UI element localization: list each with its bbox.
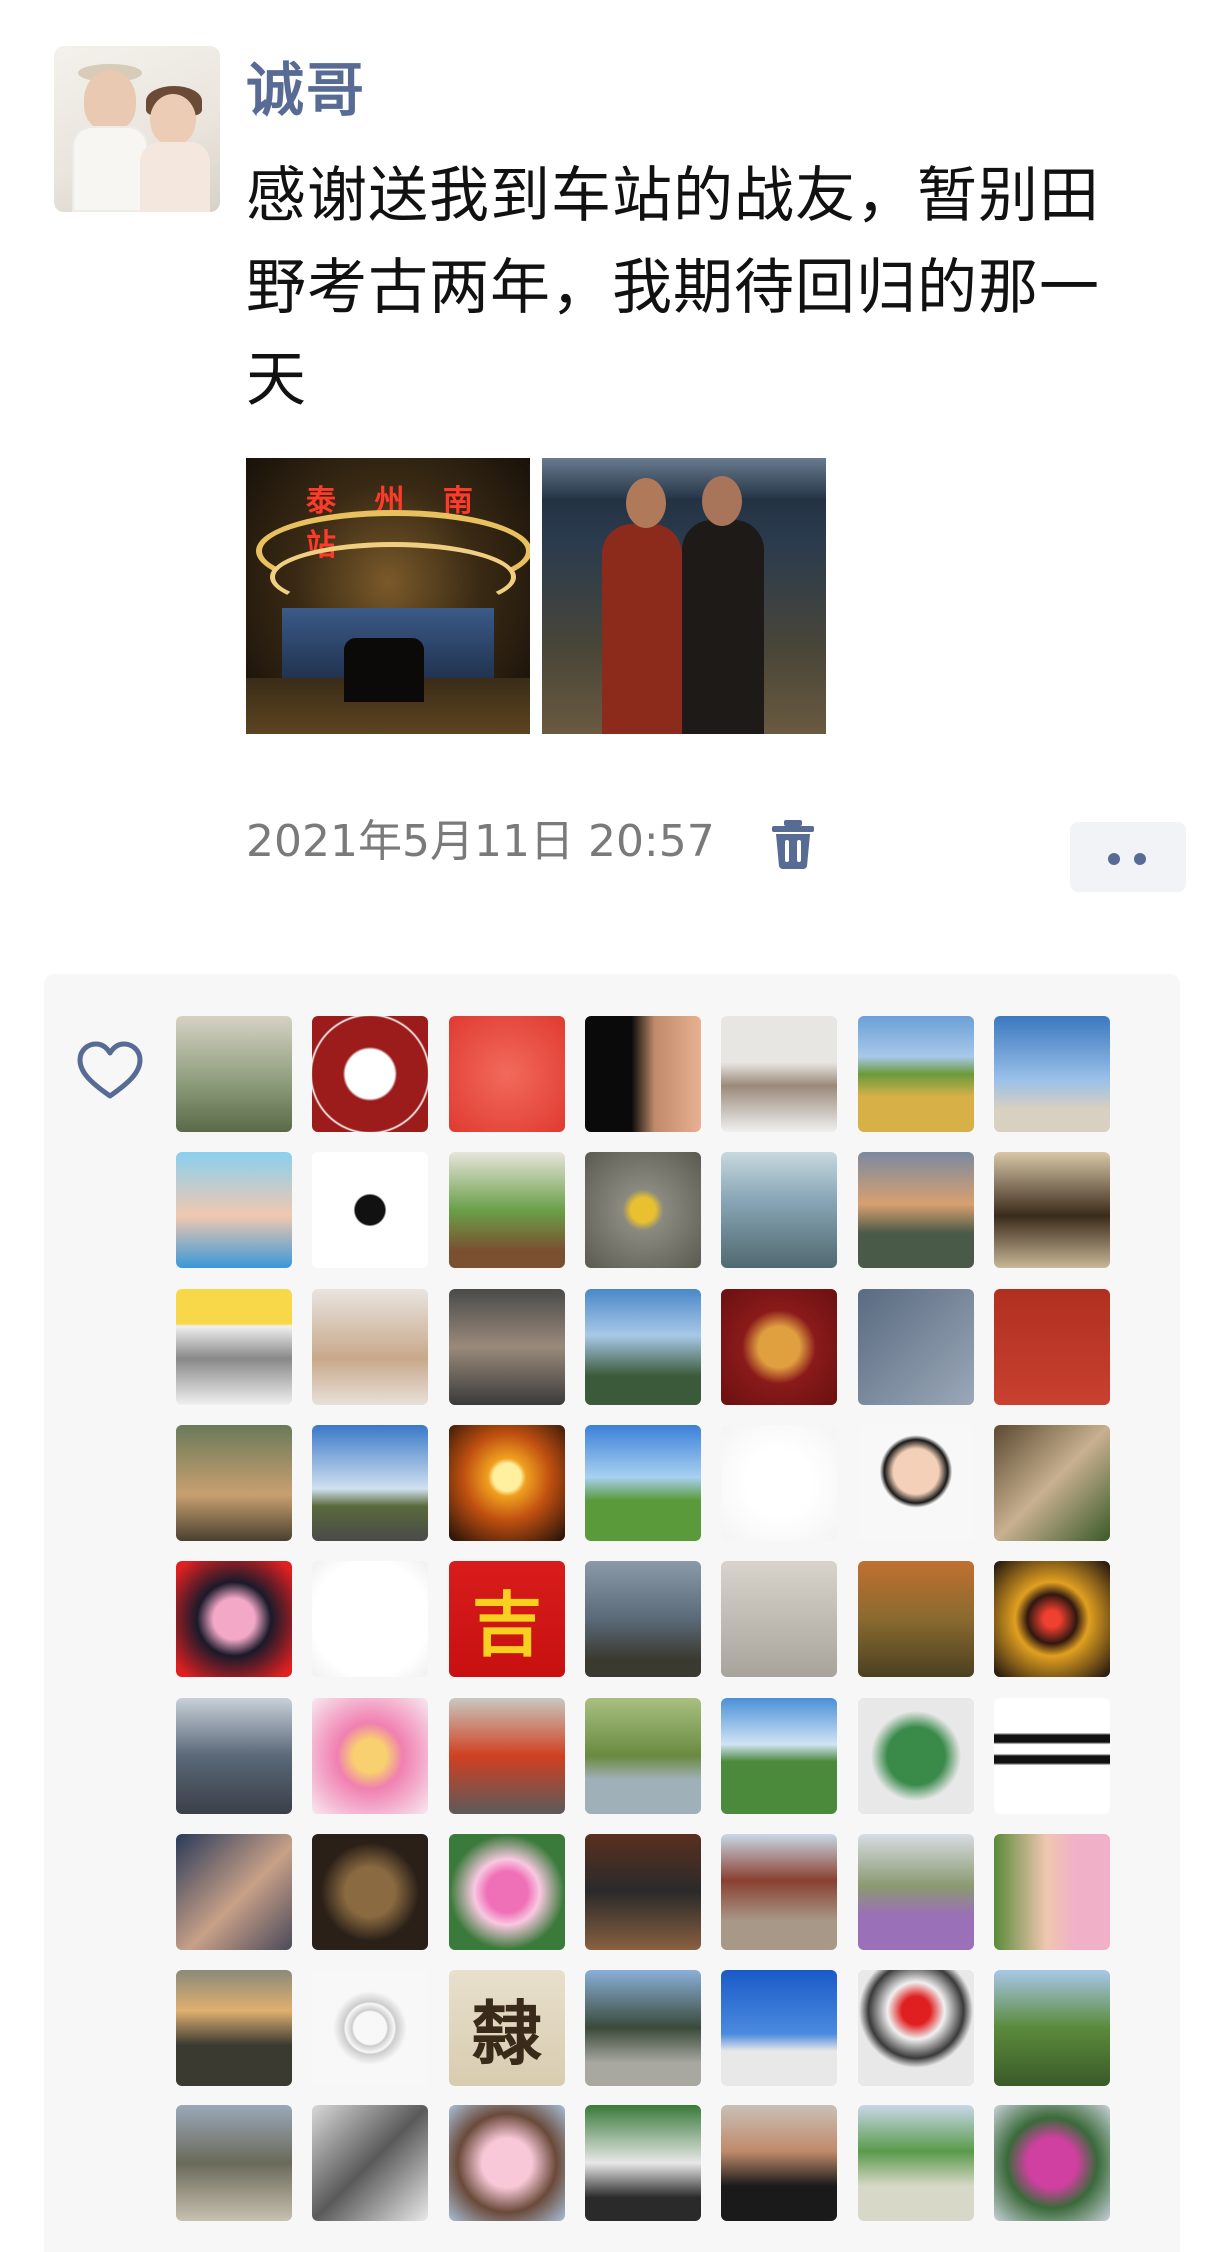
liker-avatar-cherry-blossom[interactable] — [449, 2105, 565, 2221]
liker-avatar-smiley-sketch[interactable] — [721, 1425, 837, 1541]
liker-avatar-leaf-heart[interactable] — [585, 1152, 701, 1268]
liker-avatar-crest-emblem[interactable] — [721, 1289, 837, 1405]
liker-avatar-lotus-flower[interactable] — [449, 1834, 565, 1950]
heart-icon — [77, 1041, 143, 1099]
more-dot — [1108, 853, 1120, 865]
person-dark-jacket — [682, 520, 764, 734]
liker-avatar-lavender-field[interactable] — [858, 1834, 974, 1950]
person-red-jacket — [602, 524, 682, 734]
liker-avatar-peking-university-logo[interactable] — [312, 1016, 428, 1132]
avatar-kid-face — [84, 70, 136, 130]
avatar-kid-body — [72, 126, 148, 212]
post-text: 感谢送我到车站的战友，暂别田野考古两年，我期待回归的那一天 — [246, 161, 1100, 415]
liker-avatar-power-tower[interactable] — [312, 2105, 428, 2221]
person-head — [626, 478, 666, 528]
liker-avatar-cat-cartoon[interactable] — [176, 1289, 292, 1405]
liker-avatar-horse-rider[interactable] — [585, 1425, 701, 1541]
liker-avatar-praying-hands[interactable] — [858, 1289, 974, 1405]
liker-avatar-man-suit[interactable] — [721, 2105, 837, 2221]
liker-avatar-red-square[interactable] — [449, 1016, 565, 1132]
liker-avatar-ancient-gate[interactable] — [585, 1970, 701, 2086]
liker-avatar-woman-smiling[interactable] — [994, 1834, 1110, 1950]
liker-avatar-ji-character[interactable]: 吉 — [449, 1561, 565, 1677]
people-silhouette — [344, 638, 424, 702]
liker-avatar-peppa-pig[interactable] — [176, 1561, 292, 1677]
liker-avatar-road-sky[interactable] — [312, 1425, 428, 1541]
liker-avatar-seal-script[interactable]: 隸 — [449, 1970, 565, 2086]
liker-avatar-bamboo-plant[interactable] — [449, 1152, 565, 1268]
post-photo-friends[interactable] — [542, 458, 826, 734]
liker-avatar-wheat-field[interactable] — [858, 1016, 974, 1132]
liker-avatar-mandala-sketch[interactable] — [312, 1970, 428, 2086]
liker-avatar-toddler-photo[interactable] — [312, 1289, 428, 1405]
trash-icon[interactable] — [770, 818, 816, 870]
liker-avatar-sunset-mountains[interactable] — [176, 1970, 292, 2086]
liker-avatar-jumpman-logo[interactable] — [312, 1152, 428, 1268]
liker-avatar-sleeping-man[interactable] — [176, 1834, 292, 1950]
liker-avatar-jade-statue[interactable] — [858, 1698, 974, 1814]
avatar-girl-body — [140, 142, 210, 212]
liker-avatar-ancient-text[interactable] — [721, 1561, 837, 1677]
more-options-button[interactable] — [1070, 822, 1186, 892]
liker-avatar-lanterns[interactable] — [994, 1561, 1110, 1677]
liker-avatar-sunset-hills[interactable] — [858, 1152, 974, 1268]
station-roof-ring-inner — [270, 542, 516, 612]
liker-avatar-bougainvillea[interactable] — [994, 2105, 1110, 2221]
liker-avatar-logo-lines[interactable] — [994, 1698, 1110, 1814]
liker-avatar-baby-photo[interactable] — [585, 1016, 701, 1132]
person-head — [702, 476, 742, 526]
liker-avatar-willow-pond[interactable] — [585, 1698, 701, 1814]
liker-avatar-river-cliff[interactable] — [858, 1561, 974, 1677]
liker-avatar-raccoon-photo[interactable] — [994, 1425, 1110, 1541]
liker-avatar-cartoon-girl[interactable] — [312, 1698, 428, 1814]
avatar-girl-face — [150, 94, 196, 146]
post-timestamp: 2021年5月11日 20:57 — [246, 816, 715, 867]
liker-avatar-mountain-sky[interactable] — [585, 1289, 701, 1405]
liker-avatar-potted-plant[interactable] — [585, 2105, 701, 2221]
liker-avatar-dog-santa-hat[interactable] — [858, 1970, 974, 2086]
liker-avatar-yoga-symbol[interactable] — [312, 1561, 428, 1677]
liker-avatar-man-sitting[interactable] — [585, 1834, 701, 1950]
liker-avatar-baby-sofa[interactable] — [449, 1289, 565, 1405]
liker-avatar-fence-field[interactable] — [994, 1970, 1110, 2086]
user-avatar[interactable] — [54, 46, 220, 212]
username[interactable]: 诚哥 — [246, 52, 366, 128]
liker-avatar-cartoon-boy[interactable] — [858, 1425, 974, 1541]
liker-avatar-park-aerial[interactable] — [858, 2105, 974, 2221]
liker-avatar-rock-formation[interactable] — [585, 1561, 701, 1677]
avatar-glyph: 吉 — [472, 1582, 542, 1666]
more-dot — [1134, 853, 1146, 865]
station-lights — [542, 458, 826, 498]
liker-avatar-temple-courtyard[interactable] — [721, 1834, 837, 1950]
liker-avatar-kitten-photo[interactable] — [176, 1425, 292, 1541]
liker-avatar-eagle-sky[interactable] — [721, 1970, 837, 2086]
liker-avatar-calligraphy-seal[interactable] — [994, 1289, 1110, 1405]
liker-avatar-woman-path[interactable] — [176, 2105, 292, 2221]
likes-avatar-grid: 吉隸 — [176, 1016, 1176, 2252]
liker-avatar-tomb-figure[interactable] — [312, 1834, 428, 1950]
liker-avatar-sunset-sun[interactable] — [449, 1425, 565, 1541]
liker-avatar-lake-ducks[interactable] — [721, 1152, 837, 1268]
avatar-glyph: 隸 — [472, 1991, 542, 2075]
liker-avatar-city-building[interactable] — [176, 1698, 292, 1814]
liker-avatar-girl-camera[interactable] — [176, 1152, 292, 1268]
liker-avatar-grassland[interactable] — [721, 1698, 837, 1814]
liker-avatar-man-portrait[interactable] — [721, 1016, 837, 1132]
post-photo-station[interactable]: 泰 州 南 站 — [246, 458, 530, 734]
liker-avatar-landscape-painting[interactable] — [176, 1016, 292, 1132]
liker-avatar-beach-person[interactable] — [994, 1016, 1110, 1132]
liker-avatar-kids-photo[interactable] — [449, 1698, 565, 1814]
liker-avatar-bronze-vessel[interactable] — [994, 1152, 1110, 1268]
